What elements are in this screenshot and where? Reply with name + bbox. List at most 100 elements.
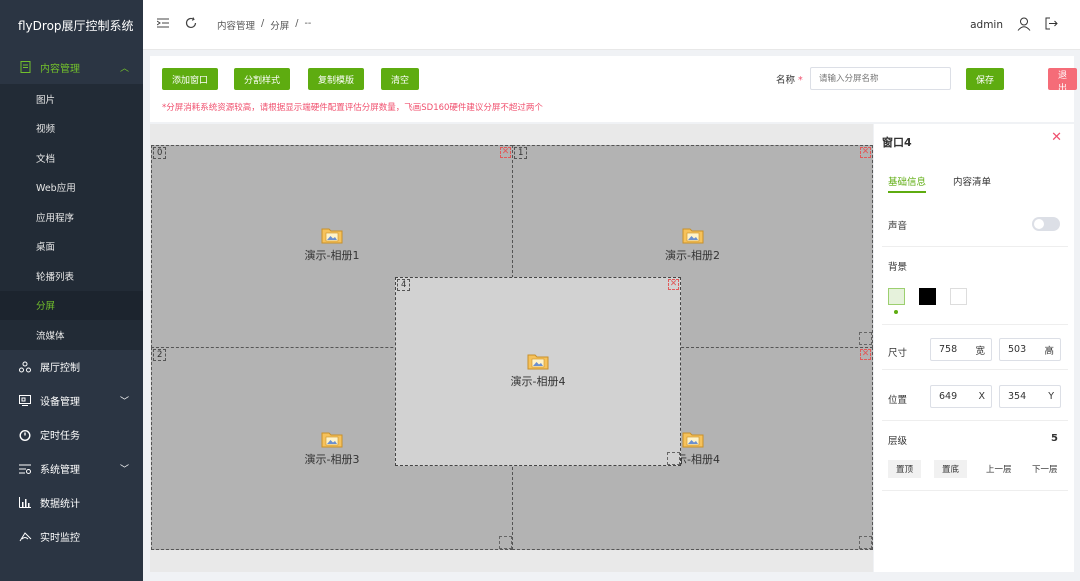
window-index: 2 [153,349,167,361]
name-label: 名称 * [776,72,803,86]
album-folder-icon [321,430,343,448]
collapse-menu-icon[interactable] [156,17,169,32]
window-index: 4 [397,279,411,291]
app-brand: flyDrop展厅控制系统 [0,0,143,50]
split-window-selected[interactable]: 4 ✕ 演示-相册4 [395,277,681,466]
bg-color-white[interactable] [950,288,967,305]
menu-live-monitor[interactable]: 实时监控 [0,520,143,554]
sidebar-item-documents[interactable]: 文档 [0,143,143,173]
close-icon[interactable]: ✕ [500,147,511,158]
chevron-up-icon: ︿ [119,63,129,74]
logout-icon[interactable] [1045,17,1058,33]
close-icon[interactable]: ✕ [860,349,871,360]
height-value: 503 [1008,344,1027,355]
menu-label: 系统管理 [40,465,80,476]
sidebar: flyDrop展厅控制系统 内容管理 ︿ 图片 视频 文档 Web应用 应用程序… [0,0,143,581]
copy-template-button[interactable]: 复制模版 [308,68,365,90]
breadcrumb-item[interactable]: 内容管理 [217,18,255,32]
bg-color-black[interactable] [919,288,936,305]
send-backward-button[interactable]: 下一层 [1024,460,1066,478]
window-properties-panel: 窗口4 ✕ 基础信息 内容清单 声音 背景 尺寸 758 宽 503 高 位置 … [874,124,1074,572]
selected-indicator [894,310,898,314]
add-window-button[interactable]: 添加窗口 [162,68,219,90]
sidebar-item-videos[interactable]: 视频 [0,114,143,144]
split-name-input[interactable] [810,67,951,90]
bar-chart-icon [18,497,32,508]
layer-value: 5 [1051,433,1058,444]
user-icon[interactable] [1017,17,1031,34]
close-icon[interactable]: ✕ [860,147,871,158]
top-header: 内容管理 / 分屏 / -- admin [143,0,1080,50]
required-mark: * [798,75,803,86]
header-user-area: admin [970,0,1058,50]
split-style-button[interactable]: 分割样式 [234,68,291,90]
sidebar-item-streaming[interactable]: 流媒体 [0,320,143,350]
menu-hall-control[interactable]: 展厅控制 [0,350,143,384]
tab-content-list[interactable]: 内容清单 [953,174,991,188]
height-field[interactable]: 503 高 [999,338,1061,361]
resize-handle[interactable] [859,536,872,549]
exit-button[interactable]: 退出 [1048,68,1078,94]
divider [882,420,1068,421]
submenu: 图片 视频 文档 Web应用 应用程序 桌面 轮播列表 分屏 流媒体 [0,84,143,350]
bg-color-light-green[interactable] [888,288,905,305]
clear-button[interactable]: 清空 [381,68,420,90]
album-folder-icon [682,226,704,244]
window-index: 1 [514,147,528,159]
menu-system-management[interactable]: 系统管理 ﹀ [0,452,143,486]
sidebar-item-images[interactable]: 图片 [0,84,143,114]
username[interactable]: admin [970,19,1003,31]
bring-to-front-button[interactable]: 置顶 [888,460,922,478]
pos-x-unit: X [978,391,985,402]
layer-label: 层级 [888,436,908,447]
pos-x-field[interactable]: 649 X [930,385,992,408]
bring-forward-button[interactable]: 上一层 [978,460,1020,478]
chevron-down-icon: ﹀ [119,397,129,407]
pos-y-value: 354 [1008,391,1027,402]
tab-basic-info[interactable]: 基础信息 [888,174,927,193]
window-title: 演示-相册3 [304,453,360,466]
menu-scheduled-tasks[interactable]: 定时任务 [0,418,143,452]
sound-toggle[interactable] [1032,217,1060,231]
breadcrumb-item[interactable]: 分屏 [270,18,289,32]
chevron-down-icon: ﹀ [119,465,129,475]
album-folder-icon [527,352,549,370]
menu-device-management[interactable]: 设备管理 ﹀ [0,384,143,418]
sidebar-item-split-screen[interactable]: 分屏 [0,290,143,320]
sound-label: 声音 [888,221,908,232]
window-title: 演示-相册1 [304,249,360,262]
sidebar-item-web-apps[interactable]: Web应用 [0,173,143,203]
album-folder-icon [321,226,343,244]
save-button[interactable]: 保存 [966,68,1005,90]
breadcrumb-separator: / [295,17,299,29]
resize-handle[interactable] [499,536,512,549]
width-field[interactable]: 758 宽 [930,338,992,361]
window-title: 演示-相册2 [665,249,720,262]
menu-content-management[interactable]: 内容管理 ︿ [0,50,143,84]
breadcrumb-separator: / [261,17,265,29]
sidebar-item-applications[interactable]: 应用程序 [0,202,143,232]
menu-label: 设备管理 [40,397,80,408]
refresh-icon[interactable] [185,16,197,33]
sidebar-item-carousel[interactable]: 轮播列表 [0,261,143,291]
divider [882,246,1068,247]
resize-handle[interactable] [859,332,872,345]
divider [882,324,1068,325]
menu-label: 定时任务 [40,431,80,442]
close-icon[interactable]: ✕ [668,279,679,290]
menu-label: 内容管理 [40,63,80,75]
height-unit: 高 [1044,345,1054,357]
send-to-back-button[interactable]: 置底 [934,460,968,478]
close-icon[interactable]: ✕ [1051,130,1062,145]
settings-icon [18,464,32,474]
breadcrumb: 内容管理 / 分屏 / -- [217,18,311,32]
pos-x-value: 649 [939,391,958,402]
pos-y-field[interactable]: 354 Y [999,385,1061,408]
breadcrumb-current: -- [304,17,312,29]
resize-handle[interactable] [667,452,680,465]
sidebar-item-desktop[interactable]: 桌面 [0,232,143,262]
menu-statistics[interactable]: 数据统计 [0,486,143,520]
panel-title: 窗口4 [882,136,912,149]
divider [882,490,1068,491]
pos-y-unit: Y [1048,391,1054,402]
